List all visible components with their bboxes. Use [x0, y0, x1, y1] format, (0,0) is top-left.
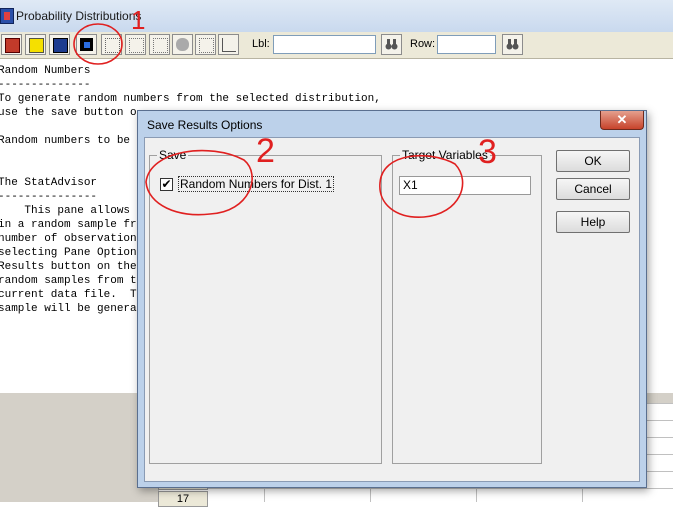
save-group: Save ✔ Random Numbers for Dist. 1: [149, 148, 382, 464]
lbl-input[interactable]: [273, 35, 376, 54]
dialog-title: Save Results Options: [147, 118, 263, 132]
row-number: 17: [158, 491, 208, 507]
row-input[interactable]: [437, 35, 496, 54]
ok-button[interactable]: OK: [556, 150, 630, 172]
scatter-icon[interactable]: [125, 34, 146, 55]
graphs-icon[interactable]: [49, 34, 70, 55]
check-icon[interactable]: ✔: [160, 178, 173, 191]
random-numbers-checkbox-label[interactable]: Random Numbers for Dist. 1: [178, 176, 335, 192]
brush-icon[interactable]: [149, 34, 170, 55]
cancel-button[interactable]: Cancel: [556, 178, 630, 200]
tables-icon[interactable]: [25, 34, 46, 55]
save-results-dialog: Save Results Options ✕ Save ✔ Random Num…: [137, 110, 647, 488]
cloud-icon[interactable]: [172, 34, 193, 55]
save-group-label: Save: [157, 148, 189, 162]
target-variables-label: Target Variables: [400, 148, 490, 162]
help-grid-icon[interactable]: [195, 34, 216, 55]
save-table-icon[interactable]: [101, 34, 122, 55]
lbl-label: Lbl:: [252, 38, 270, 50]
close-icon[interactable]: ✕: [600, 111, 644, 130]
target-variables-group: Target Variables X1: [392, 148, 542, 464]
window-titlebar: Probability Distributions: [0, 0, 673, 32]
row-label: Row:: [410, 38, 436, 50]
help-button[interactable]: Help: [556, 211, 630, 233]
exclude-icon[interactable]: [218, 34, 239, 55]
window-title: Probability Distributions: [16, 9, 142, 23]
dialog-body: Save ✔ Random Numbers for Dist. 1 Target…: [144, 137, 640, 482]
app-icon: [0, 8, 14, 24]
input-dialog-icon[interactable]: [1, 34, 22, 55]
binoculars-icon[interactable]: [502, 34, 523, 55]
binoculars-icon[interactable]: [381, 34, 402, 55]
save-results-icon[interactable]: [76, 34, 97, 55]
target-variable-input[interactable]: X1: [399, 176, 531, 195]
analysis-toolbar: Lbl: Row:: [0, 32, 673, 59]
